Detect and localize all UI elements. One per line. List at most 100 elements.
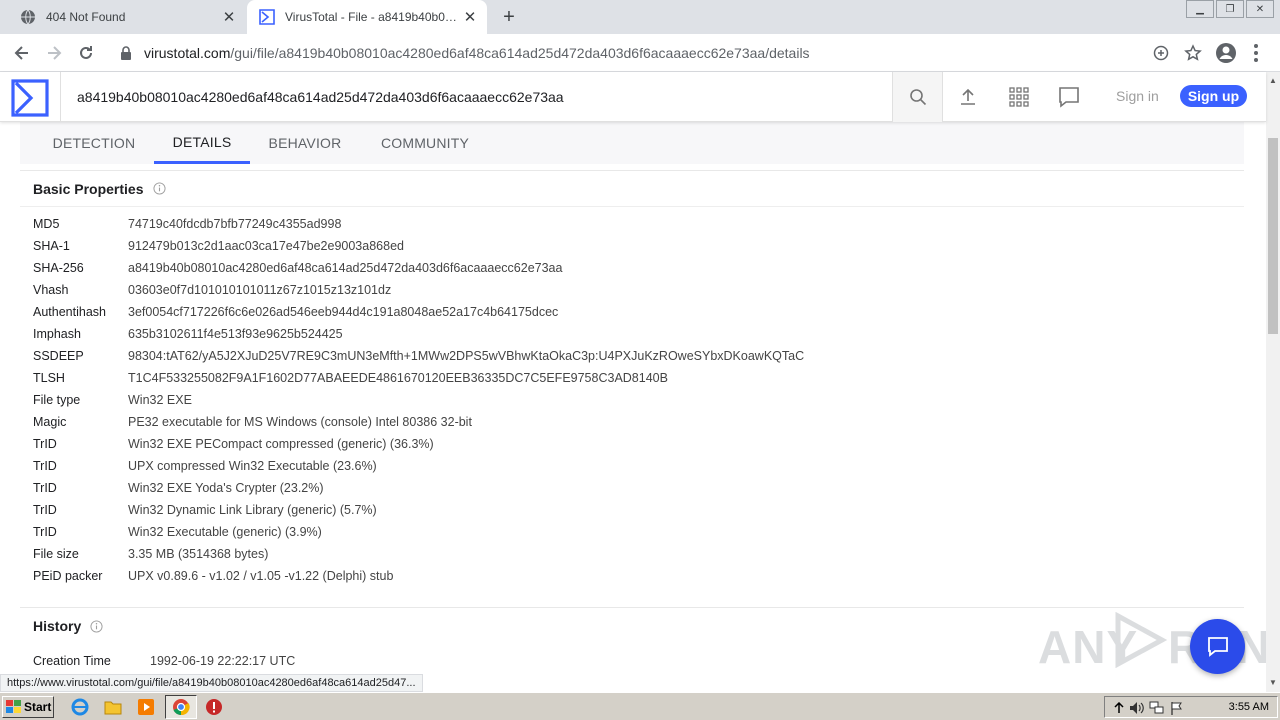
virustotal-logo-icon[interactable] <box>10 78 50 118</box>
tab-behavior[interactable]: BEHAVIOR <box>260 122 350 164</box>
basic-properties-card: Basic Properties MD5 74719c40fdcdb7bfb772… <box>20 170 1244 606</box>
warning-app-icon[interactable] <box>204 697 224 717</box>
volume-icon[interactable] <box>1129 700 1145 716</box>
property-value[interactable]: Win32 EXE <box>128 393 192 407</box>
property-label: SHA-256 <box>33 261 84 275</box>
tab-title: VirusTotal - File - a8419b40b08010ac4280… <box>285 10 461 24</box>
property-value[interactable]: 912479b013c2d1aac03ca17e47be2e9003a868ed <box>128 239 404 253</box>
address-bar[interactable]: virustotal.com/gui/file/a8419b40b08010ac… <box>108 38 1204 68</box>
windows-taskbar: Start 3:55 AM <box>0 692 1280 720</box>
scrollbar-thumb[interactable] <box>1268 138 1278 334</box>
property-label: MD5 <box>33 217 60 231</box>
chevron-up-icon[interactable] <box>1111 700 1127 716</box>
property-row: Vhash 03603e0f7d101010101011z67z1015z13z1… <box>33 279 391 301</box>
property-row: SHA-256 a8419b40b08010ac4280ed6af48ca614a… <box>33 257 562 279</box>
property-value[interactable]: 03603e0f7d101010101011z67z1015z13z101dz <box>128 283 391 297</box>
section-title: Basic Properties <box>20 171 1244 207</box>
system-tray: 3:55 AM <box>1104 696 1278 718</box>
property-value[interactable]: Win32 Dynamic Link Library (generic) (5.… <box>128 503 377 517</box>
property-row: MD5 74719c40fdcdb7bfb77249c4355ad998 <box>33 213 341 235</box>
chat-bubble-icon <box>1207 636 1228 657</box>
property-label: PEiD packer <box>33 569 103 583</box>
search-input[interactable]: a8419b40b08010ac4280ed6af48ca614ad25d472… <box>60 72 893 122</box>
info-icon[interactable] <box>152 182 166 195</box>
property-row: SSDEEP 98304:tAT62/yA5J2XJuD25V7RE9C3mUN3… <box>33 345 804 367</box>
scroll-down-icon[interactable]: ▼ <box>1269 678 1277 687</box>
property-label: TrID <box>33 503 57 517</box>
forward-button[interactable] <box>42 41 66 65</box>
apps-grid-icon[interactable] <box>1007 85 1031 109</box>
vt-header: a8419b40b08010ac4280ed6af48ca614ad25d472… <box>0 72 1266 122</box>
reload-button[interactable] <box>74 41 98 65</box>
start-button[interactable]: Start <box>2 696 54 718</box>
browser-toolbar: virustotal.com/gui/file/a8419b40b08010ac… <box>0 34 1280 72</box>
minimize-button[interactable]: ▁ <box>1186 0 1214 18</box>
browser-menu-icon[interactable] <box>1246 41 1266 65</box>
property-label: TrID <box>33 481 57 495</box>
info-icon[interactable] <box>90 619 103 633</box>
property-value[interactable]: a8419b40b08010ac4280ed6af48ca614ad25d472… <box>128 261 562 275</box>
property-row: TrID Win32 EXE PECompact compressed (gene… <box>33 433 434 455</box>
new-tab-button[interactable]: + <box>498 6 520 28</box>
upload-icon[interactable] <box>956 85 980 109</box>
back-button[interactable] <box>10 41 34 65</box>
close-icon[interactable]: ✕ <box>220 8 238 26</box>
property-value[interactable]: 98304:tAT62/yA5J2XJuD25V7RE9C3mUN3eMfth+… <box>128 349 804 363</box>
globe-icon <box>20 9 36 25</box>
scroll-up-icon[interactable]: ▲ <box>1269 76 1277 85</box>
property-label: SSDEEP <box>33 349 84 363</box>
browser-tabstrip: 404 Not Found ✕ VirusTotal - File - a841… <box>0 0 1280 34</box>
add-icon[interactable] <box>1150 42 1172 64</box>
property-value[interactable]: PE32 executable for MS Windows (console)… <box>128 415 472 429</box>
browser-tab-virustotal[interactable]: VirusTotal - File - a8419b40b08010ac4280… <box>247 0 487 34</box>
property-label: Creation Time <box>33 654 111 668</box>
property-value[interactable]: UPX compressed Win32 Executable (23.6%) <box>128 459 377 473</box>
property-value[interactable]: 3.35 MB (3514368 bytes) <box>128 547 268 561</box>
property-value[interactable]: UPX v0.89.6 - v1.02 / v1.05 -v1.22 (Delp… <box>128 569 393 583</box>
internet-explorer-icon[interactable] <box>70 697 90 717</box>
property-value[interactable]: Win32 EXE Yoda's Crypter (23.2%) <box>128 481 324 495</box>
property-row: Authentihash 3ef0054cf717226f6c6e026ad546… <box>33 301 558 323</box>
network-icon[interactable] <box>1149 700 1165 716</box>
property-row: PEiD packer UPX v0.89.6 - v1.02 / v1.05 -… <box>33 565 393 587</box>
tab-details[interactable]: DETAILS <box>154 122 250 164</box>
vertical-scrollbar[interactable]: ▲ ▼ <box>1266 72 1280 692</box>
folder-icon[interactable] <box>103 697 123 717</box>
virustotal-favicon-icon <box>259 9 275 25</box>
flag-icon[interactable] <box>1169 700 1185 716</box>
property-label: File type <box>33 393 81 407</box>
play-logo-icon <box>1115 612 1168 668</box>
property-value[interactable]: Win32 Executable (generic) (3.9%) <box>128 525 322 539</box>
property-value[interactable]: 635b3102611f4e513f93e9625b524425 <box>128 327 343 341</box>
tab-community[interactable]: COMMUNITY <box>372 122 478 164</box>
arrow-left-icon <box>14 46 28 60</box>
sign-up-button[interactable]: Sign up <box>1180 85 1247 107</box>
browser-tab-404[interactable]: 404 Not Found ✕ <box>0 0 246 34</box>
property-row: Imphash 635b3102611f4e513f93e9625b524425 <box>33 323 343 345</box>
search-button[interactable] <box>892 72 943 122</box>
property-value[interactable]: 3ef0054cf717226f6c6e026ad546eeb944d4c191… <box>128 305 558 319</box>
window-controls: ▁ ❐ ✕ <box>1184 0 1274 18</box>
media-player-icon[interactable] <box>136 697 156 717</box>
url-text: virustotal.com/gui/file/a8419b40b08010ac… <box>144 45 810 61</box>
property-row: File size 3.35 MB (3514368 bytes) <box>33 543 268 565</box>
close-window-button[interactable]: ✕ <box>1246 0 1274 18</box>
restore-button[interactable]: ❐ <box>1216 0 1244 18</box>
property-value[interactable]: 74719c40fdcdb7bfb77249c4355ad998 <box>128 217 341 231</box>
close-icon[interactable]: ✕ <box>461 8 479 26</box>
chat-support-button[interactable] <box>1190 619 1245 674</box>
property-label: TrID <box>33 459 57 473</box>
property-row: TrID UPX compressed Win32 Executable (23.… <box>33 455 377 477</box>
property-value[interactable]: Win32 EXE PECompact compressed (generic)… <box>128 437 434 451</box>
sign-in-link[interactable]: Sign in <box>1116 88 1159 104</box>
star-icon[interactable] <box>1182 42 1204 64</box>
property-label: Vhash <box>33 283 69 297</box>
tab-detection[interactable]: DETECTION <box>40 122 148 164</box>
profile-avatar-icon[interactable] <box>1214 41 1238 65</box>
property-value[interactable]: T1C4F533255082F9A1F1602D77ABAEEDE4861670… <box>128 371 668 385</box>
property-label: Authentihash <box>33 305 106 319</box>
property-row: SHA-1 912479b013c2d1aac03ca17e47be2e9003a… <box>33 235 404 257</box>
chat-icon[interactable] <box>1057 85 1081 109</box>
lock-icon <box>121 46 131 60</box>
property-row: TLSH T1C4F533255082F9A1F1602D77ABAEEDE486… <box>33 367 668 389</box>
